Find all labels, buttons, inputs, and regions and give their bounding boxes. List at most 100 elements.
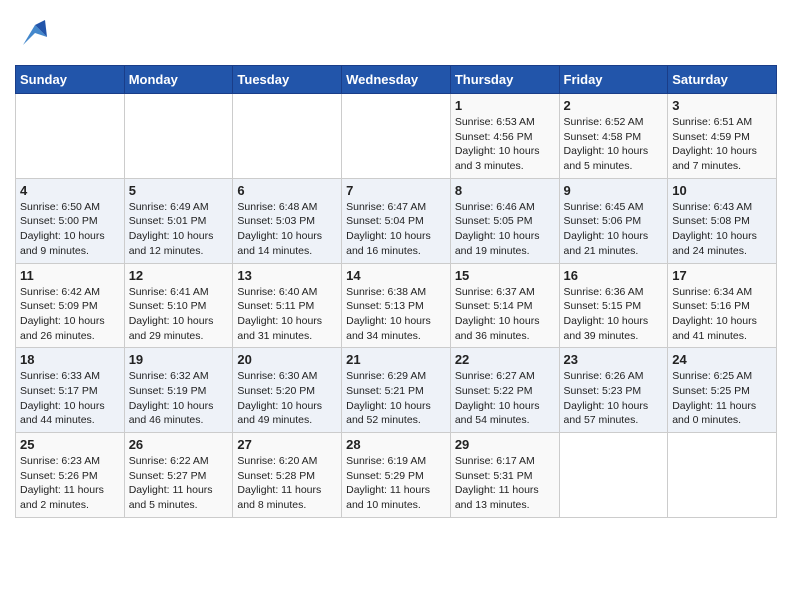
day-info: Sunrise: 6:46 AM Sunset: 5:05 PM Dayligh… xyxy=(455,200,555,259)
calendar-week-2: 4 Sunrise: 6:50 AM Sunset: 5:00 PM Daylig… xyxy=(16,178,777,263)
day-info: Sunrise: 6:45 AM Sunset: 5:06 PM Dayligh… xyxy=(564,200,664,259)
day-number: 19 xyxy=(129,352,229,367)
calendar-week-5: 25 Sunrise: 6:23 AM Sunset: 5:26 PM Dayli… xyxy=(16,433,777,518)
day-info: Sunrise: 6:43 AM Sunset: 5:08 PM Dayligh… xyxy=(672,200,772,259)
calendar-cell: 1 Sunrise: 6:53 AM Sunset: 4:56 PM Daylig… xyxy=(450,94,559,179)
column-header-saturday: Saturday xyxy=(668,66,777,94)
day-number: 12 xyxy=(129,268,229,283)
column-header-friday: Friday xyxy=(559,66,668,94)
day-number: 1 xyxy=(455,98,555,113)
day-info: Sunrise: 6:30 AM Sunset: 5:20 PM Dayligh… xyxy=(237,369,337,428)
day-info: Sunrise: 6:25 AM Sunset: 5:25 PM Dayligh… xyxy=(672,369,772,428)
day-number: 23 xyxy=(564,352,664,367)
calendar-cell: 13 Sunrise: 6:40 AM Sunset: 5:11 PM Dayli… xyxy=(233,263,342,348)
day-info: Sunrise: 6:32 AM Sunset: 5:19 PM Dayligh… xyxy=(129,369,229,428)
calendar-cell: 28 Sunrise: 6:19 AM Sunset: 5:29 PM Dayli… xyxy=(342,433,451,518)
day-info: Sunrise: 6:34 AM Sunset: 5:16 PM Dayligh… xyxy=(672,285,772,344)
day-info: Sunrise: 6:22 AM Sunset: 5:27 PM Dayligh… xyxy=(129,454,229,513)
day-info: Sunrise: 6:50 AM Sunset: 5:00 PM Dayligh… xyxy=(20,200,120,259)
day-info: Sunrise: 6:53 AM Sunset: 4:56 PM Dayligh… xyxy=(455,115,555,174)
day-number: 28 xyxy=(346,437,446,452)
calendar-cell: 24 Sunrise: 6:25 AM Sunset: 5:25 PM Dayli… xyxy=(668,348,777,433)
calendar-cell: 10 Sunrise: 6:43 AM Sunset: 5:08 PM Dayli… xyxy=(668,178,777,263)
column-header-wednesday: Wednesday xyxy=(342,66,451,94)
calendar-cell xyxy=(124,94,233,179)
calendar-week-1: 1 Sunrise: 6:53 AM Sunset: 4:56 PM Daylig… xyxy=(16,94,777,179)
day-info: Sunrise: 6:49 AM Sunset: 5:01 PM Dayligh… xyxy=(129,200,229,259)
day-info: Sunrise: 6:40 AM Sunset: 5:11 PM Dayligh… xyxy=(237,285,337,344)
calendar-week-4: 18 Sunrise: 6:33 AM Sunset: 5:17 PM Dayli… xyxy=(16,348,777,433)
calendar-cell xyxy=(668,433,777,518)
day-info: Sunrise: 6:17 AM Sunset: 5:31 PM Dayligh… xyxy=(455,454,555,513)
day-info: Sunrise: 6:19 AM Sunset: 5:29 PM Dayligh… xyxy=(346,454,446,513)
day-number: 3 xyxy=(672,98,772,113)
calendar-cell: 3 Sunrise: 6:51 AM Sunset: 4:59 PM Daylig… xyxy=(668,94,777,179)
day-number: 10 xyxy=(672,183,772,198)
calendar-cell: 8 Sunrise: 6:46 AM Sunset: 5:05 PM Daylig… xyxy=(450,178,559,263)
day-number: 6 xyxy=(237,183,337,198)
day-number: 13 xyxy=(237,268,337,283)
logo-icon xyxy=(15,15,55,55)
day-info: Sunrise: 6:48 AM Sunset: 5:03 PM Dayligh… xyxy=(237,200,337,259)
calendar-cell: 26 Sunrise: 6:22 AM Sunset: 5:27 PM Dayli… xyxy=(124,433,233,518)
calendar-cell: 11 Sunrise: 6:42 AM Sunset: 5:09 PM Dayli… xyxy=(16,263,125,348)
column-header-sunday: Sunday xyxy=(16,66,125,94)
day-info: Sunrise: 6:42 AM Sunset: 5:09 PM Dayligh… xyxy=(20,285,120,344)
calendar-cell: 18 Sunrise: 6:33 AM Sunset: 5:17 PM Dayli… xyxy=(16,348,125,433)
day-info: Sunrise: 6:23 AM Sunset: 5:26 PM Dayligh… xyxy=(20,454,120,513)
column-header-tuesday: Tuesday xyxy=(233,66,342,94)
calendar-header-row: SundayMondayTuesdayWednesdayThursdayFrid… xyxy=(16,66,777,94)
calendar-cell: 2 Sunrise: 6:52 AM Sunset: 4:58 PM Daylig… xyxy=(559,94,668,179)
calendar-cell: 4 Sunrise: 6:50 AM Sunset: 5:00 PM Daylig… xyxy=(16,178,125,263)
day-info: Sunrise: 6:33 AM Sunset: 5:17 PM Dayligh… xyxy=(20,369,120,428)
calendar-cell: 20 Sunrise: 6:30 AM Sunset: 5:20 PM Dayli… xyxy=(233,348,342,433)
logo xyxy=(15,15,59,55)
calendar-cell: 25 Sunrise: 6:23 AM Sunset: 5:26 PM Dayli… xyxy=(16,433,125,518)
column-header-monday: Monday xyxy=(124,66,233,94)
day-info: Sunrise: 6:51 AM Sunset: 4:59 PM Dayligh… xyxy=(672,115,772,174)
page-header xyxy=(15,15,777,55)
day-number: 26 xyxy=(129,437,229,452)
day-number: 9 xyxy=(564,183,664,198)
calendar-cell xyxy=(342,94,451,179)
day-number: 15 xyxy=(455,268,555,283)
calendar-table: SundayMondayTuesdayWednesdayThursdayFrid… xyxy=(15,65,777,518)
day-number: 11 xyxy=(20,268,120,283)
column-header-thursday: Thursday xyxy=(450,66,559,94)
calendar-cell: 29 Sunrise: 6:17 AM Sunset: 5:31 PM Dayli… xyxy=(450,433,559,518)
day-number: 7 xyxy=(346,183,446,198)
calendar-cell: 19 Sunrise: 6:32 AM Sunset: 5:19 PM Dayli… xyxy=(124,348,233,433)
calendar-cell xyxy=(559,433,668,518)
day-number: 24 xyxy=(672,352,772,367)
day-number: 17 xyxy=(672,268,772,283)
day-number: 14 xyxy=(346,268,446,283)
day-number: 22 xyxy=(455,352,555,367)
calendar-cell: 27 Sunrise: 6:20 AM Sunset: 5:28 PM Dayli… xyxy=(233,433,342,518)
day-info: Sunrise: 6:52 AM Sunset: 4:58 PM Dayligh… xyxy=(564,115,664,174)
day-number: 8 xyxy=(455,183,555,198)
day-number: 16 xyxy=(564,268,664,283)
day-info: Sunrise: 6:37 AM Sunset: 5:14 PM Dayligh… xyxy=(455,285,555,344)
day-number: 27 xyxy=(237,437,337,452)
day-number: 18 xyxy=(20,352,120,367)
day-number: 21 xyxy=(346,352,446,367)
calendar-cell: 23Sunrise: 6:26 AM Sunset: 5:23 PM Dayli… xyxy=(559,348,668,433)
calendar-cell: 6 Sunrise: 6:48 AM Sunset: 5:03 PM Daylig… xyxy=(233,178,342,263)
calendar-cell: 12 Sunrise: 6:41 AM Sunset: 5:10 PM Dayli… xyxy=(124,263,233,348)
day-info: Sunrise: 6:27 AM Sunset: 5:22 PM Dayligh… xyxy=(455,369,555,428)
day-info: Sunrise: 6:20 AM Sunset: 5:28 PM Dayligh… xyxy=(237,454,337,513)
day-number: 20 xyxy=(237,352,337,367)
calendar-cell: 14 Sunrise: 6:38 AM Sunset: 5:13 PM Dayli… xyxy=(342,263,451,348)
day-number: 2 xyxy=(564,98,664,113)
calendar-cell: 15 Sunrise: 6:37 AM Sunset: 5:14 PM Dayli… xyxy=(450,263,559,348)
calendar-cell xyxy=(233,94,342,179)
day-number: 25 xyxy=(20,437,120,452)
day-info: Sunrise: 6:29 AM Sunset: 5:21 PM Dayligh… xyxy=(346,369,446,428)
day-number: 5 xyxy=(129,183,229,198)
day-info: Sunrise: 6:47 AM Sunset: 5:04 PM Dayligh… xyxy=(346,200,446,259)
day-info: Sunrise: 6:41 AM Sunset: 5:10 PM Dayligh… xyxy=(129,285,229,344)
calendar-cell: 9 Sunrise: 6:45 AM Sunset: 5:06 PM Daylig… xyxy=(559,178,668,263)
day-number: 29 xyxy=(455,437,555,452)
day-info: Sunrise: 6:38 AM Sunset: 5:13 PM Dayligh… xyxy=(346,285,446,344)
day-number: 4 xyxy=(20,183,120,198)
